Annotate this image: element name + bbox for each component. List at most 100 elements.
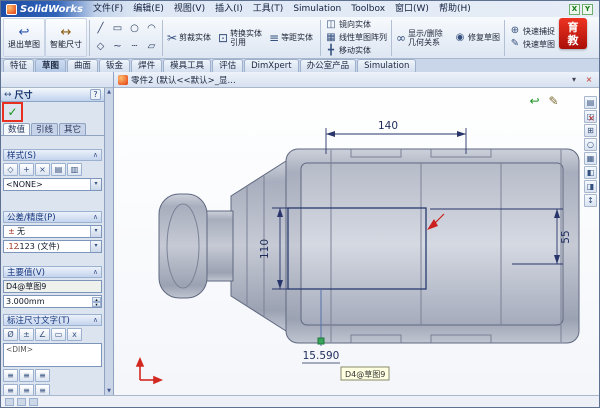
convert-entities-button[interactable]: ⊡ 转换实体引用 [216,18,267,57]
linear-pattern-button[interactable]: ▦ 线性草图阵列 [323,31,389,44]
tolerance-type-select[interactable]: ± 无 ▾ [3,225,102,238]
tab-features[interactable]: 特征 [3,59,34,72]
offset-entities-button[interactable]: ≡ 等距实体 [267,18,318,57]
justify-left-button[interactable]: ≡ [3,369,18,382]
rotate-view-icon[interactable]: ↕ [584,194,597,207]
panel-scrollbar[interactable]: ▲ ▼ [104,88,113,395]
commandmanager-tabs: 特征 草图 曲面 钣金 焊件 模具工具 评估 DimXpert 办公室产品 Si… [1,59,599,72]
dim-110-label[interactable]: 110 [259,239,271,259]
repair-sketch-button[interactable]: ◉ 修复草图 [452,31,502,44]
justify-right-button[interactable]: ≡ [35,369,50,382]
confirm-exit-sketch-icon[interactable]: ↩ [527,94,542,109]
tab-simulation[interactable]: Simulation [357,59,416,72]
load-style-button[interactable]: ▥ [67,163,82,176]
collapse-chevron-icon: ∧ [93,316,98,324]
rectangle-tool-icon[interactable]: ▭ [110,21,126,37]
tab-mold-tools[interactable]: 模具工具 [163,59,211,72]
smart-dimension-button[interactable]: ↔ 智能尺寸 [45,18,87,57]
menu-insert[interactable]: 插入(I) [210,1,248,17]
diameter-symbol-button[interactable]: Ø [3,328,18,341]
help-button[interactable]: ? [90,89,101,100]
move-entities-button[interactable]: ╋ 移动实体 [323,44,389,57]
style-section-header[interactable]: 样式(S) ∧ [3,149,102,161]
hide-show-icon[interactable]: ◨ [584,180,597,193]
panel-tab-divider [1,135,104,136]
exit-sketch-button[interactable]: ↩ 退出草图 [3,18,45,57]
circle-tool-icon[interactable]: ○ [127,21,143,37]
display-style-icon[interactable]: ◧ [584,166,597,179]
ok-button[interactable]: ✓ [5,105,20,120]
save-style-button[interactable]: ▤ [51,163,66,176]
text-symbol-button[interactable]: x [67,328,82,341]
scroll-down-icon[interactable]: ▼ [107,388,111,394]
part-middle-slab[interactable] [301,163,563,325]
menu-simulation[interactable]: Simulation [288,1,346,17]
solidworks-logo-icon [6,4,17,15]
line-tool-icon[interactable]: ╱ [93,21,109,37]
menu-tools[interactable]: 工具(T) [248,1,289,17]
angle-symbol-button[interactable]: ∠ [35,328,50,341]
dim-140-label[interactable]: 140 [378,120,398,132]
precision-select[interactable]: .12 .123 (文件) ▾ [3,240,102,253]
polygon-tool-icon[interactable]: ◇ [93,39,109,55]
trim-entities-button[interactable]: ✂ 剪裁实体 [165,18,216,57]
spin-down-icon[interactable]: ▾ [92,302,101,307]
menu-view[interactable]: 视图(V) [169,1,210,17]
zoom-fit-icon[interactable]: ⊞ [584,124,597,137]
zoom-area-icon[interactable]: ○ [584,138,597,151]
apply-default-style-button[interactable]: ◇ [3,163,18,176]
panel-top-strip [1,72,113,88]
document-tab-strip: 零件2 (默认<<默认>_显... ▾ × [114,72,599,88]
tab-evaluate[interactable]: 评估 [212,59,243,72]
centerline-tool-icon[interactable]: ┄ [127,39,143,55]
menu-window[interactable]: 窗口(W) [390,1,434,17]
rapid-sketch-button[interactable]: ✎ 快速草图 [507,38,557,51]
menu-file[interactable]: 文件(F) [88,1,128,17]
delete-style-button[interactable]: × [35,163,50,176]
tab-dimxpert[interactable]: DimXpert [244,59,298,72]
value-spinner[interactable]: ▴ ▾ [92,297,101,307]
tab-surfaces[interactable]: 曲面 [67,59,98,72]
dim-edit-label[interactable]: 15.590 [303,350,340,362]
menu-help[interactable]: 帮助(H) [434,1,476,17]
part-body[interactable] [159,149,579,343]
menu-edit[interactable]: 编辑(E) [128,1,169,17]
titlebar: SolidWorks 文件(F) 编辑(E) 视图(V) 插入(I) 工具(T)… [1,1,599,17]
style-select[interactable]: <NONE> ▾ [3,178,102,191]
square-symbol-button[interactable]: ▭ [51,328,66,341]
part-neck[interactable] [206,211,233,281]
dimension-text-area[interactable]: <DIM> [3,343,102,367]
display-relations-button[interactable]: ∞ 显示/删除几何关系 [394,18,452,57]
tab-list-icon[interactable]: ▾ [568,74,580,86]
cancel-sketch-icon[interactable]: × [587,114,595,124]
tolerance-section-header[interactable]: 公差/精度(P) ∧ [3,211,102,223]
parallelogram-tool-icon[interactable]: ▱ [144,39,160,55]
drag-handle-icon[interactable] [318,338,324,344]
section-view-icon[interactable]: ▦ [584,152,597,165]
arc-tool-icon[interactable]: ◠ [144,21,160,37]
graphics-area[interactable]: 零件2 (默认<<默认>_显... ▾ × [114,72,599,395]
cad-canvas[interactable]: 140 110 55 15.590 [114,88,600,397]
document-tab-label[interactable]: 零件2 (默认<<默认>_显... [131,74,236,86]
dimension-value-field[interactable]: 3.000mm ▴ ▾ [3,295,102,308]
spline-tool-icon[interactable]: ~ [110,39,126,55]
tab-sheet-metal[interactable]: 钣金 [99,59,130,72]
close-document-icon[interactable]: × [583,74,595,86]
primary-value-section-header[interactable]: 主要值(V) ∧ [3,266,102,278]
part-end-cap[interactable] [159,194,207,298]
tab-office-products[interactable]: 办公室产品 [300,59,357,72]
view-orientation-icon[interactable]: ▤ [584,96,597,109]
y-badge-icon: Y [582,4,593,15]
scroll-up-icon[interactable]: ▲ [107,89,111,95]
quick-snaps-button[interactable]: ⊕ 快速捕捉 [507,25,557,38]
add-style-button[interactable]: + [19,163,34,176]
justify-center-button[interactable]: ≡ [19,369,34,382]
plus-minus-symbol-button[interactable]: ± [19,328,34,341]
tab-sketch[interactable]: 草图 [35,59,66,72]
sketch-pencil-icon[interactable]: ✎ [546,94,561,109]
dimension-text-section-header[interactable]: 标注尺寸文字(T) ∧ [3,314,102,326]
tab-weldments[interactable]: 焊件 [131,59,162,72]
menu-toolbox[interactable]: Toolbox [346,1,390,17]
mirror-entities-button[interactable]: ◫ 镜向实体 [323,18,389,31]
dim-55-label[interactable]: 55 [560,230,572,243]
